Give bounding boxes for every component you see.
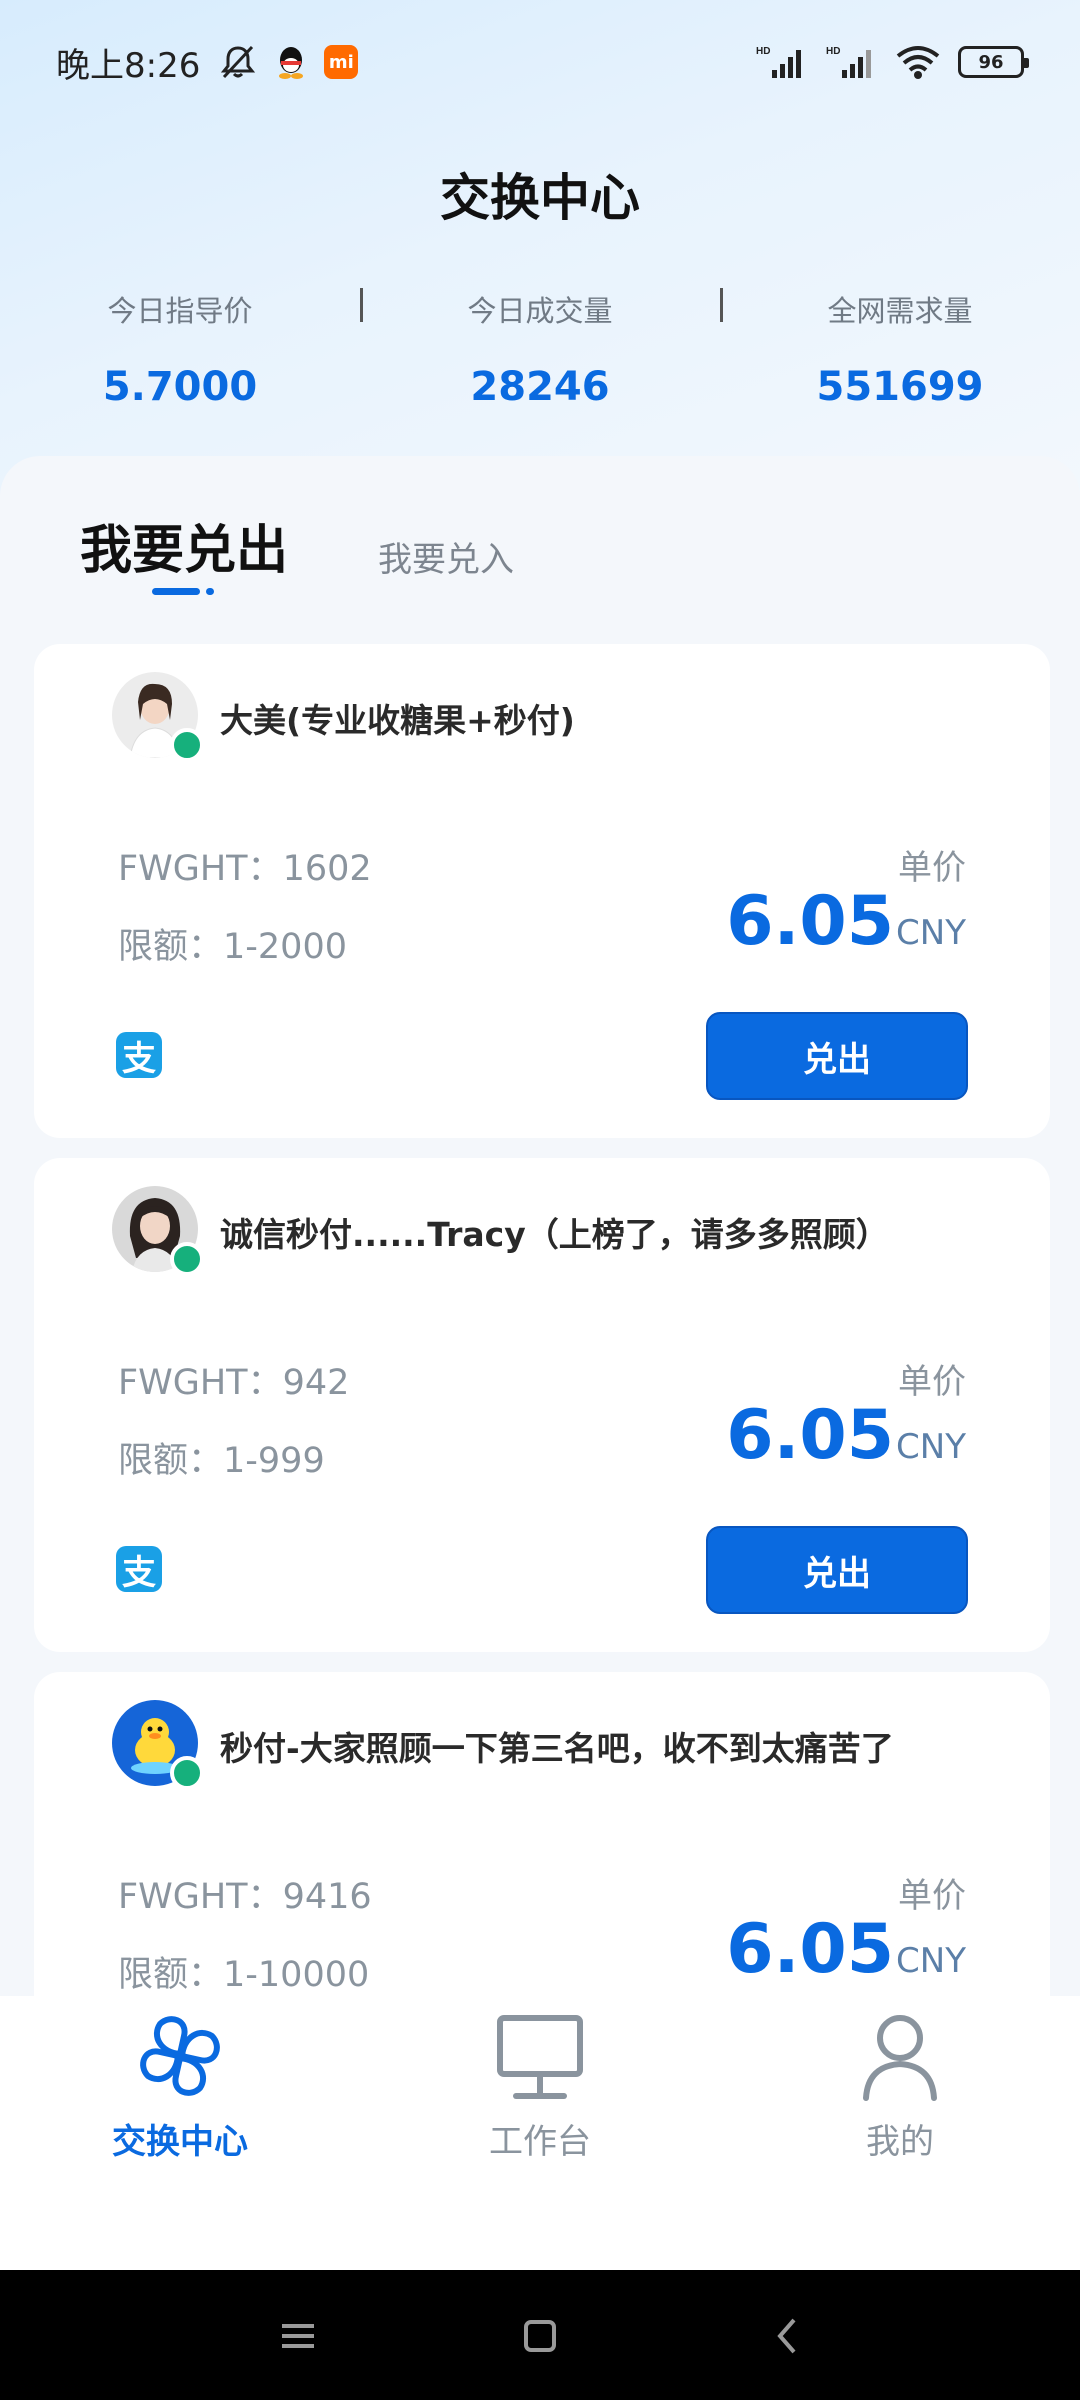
seller-name: 大美(专业收糖果+秒付) <box>220 701 575 740</box>
price-currency: CNY <box>896 1427 966 1467</box>
tab-sell[interactable]: 我要兑出 <box>80 508 288 583</box>
stat-guide-price: 今日指导价 5.7000 <box>0 282 360 422</box>
price-value: 6.05 <box>726 1910 895 1989</box>
seller-name: 诚信秒付......Tracy（上榜了，请多多照顾） <box>220 1215 889 1254</box>
stat-label: 全网需求量 <box>827 294 973 328</box>
nav-label: 交换中心 <box>112 2122 248 2162</box>
status-right: HD HD 96 <box>756 44 1029 80</box>
fwght-line: FWGHT：9416 <box>118 1868 372 1919</box>
tab-bar: 我要兑出 我要兑入 <box>0 456 1080 606</box>
price-currency: CNY <box>896 913 966 953</box>
price: 6.05 CNY <box>726 882 966 961</box>
fwght-line: FWGHT：942 <box>118 1354 349 1405</box>
limit-label: 限额： <box>118 927 224 967</box>
menu-icon[interactable] <box>268 2306 328 2366</box>
limit-value: 1-2000 <box>223 927 347 967</box>
stat-demand: 全网需求量 551699 <box>720 282 1080 422</box>
system-nav-bar <box>0 2270 1080 2400</box>
hd-signal-icon: HD <box>826 44 878 80</box>
sell-button[interactable]: 兑出 <box>706 1012 968 1100</box>
svg-text:HD: HD <box>826 46 840 57</box>
stats-row: 今日指导价 5.7000 今日成交量 28246 全网需求量 551699 <box>0 282 1080 422</box>
stat-value: 28246 <box>470 364 610 410</box>
limit-value: 1-999 <box>223 1441 325 1481</box>
limit-line: 限额：1-999 <box>118 1432 325 1483</box>
listing-card[interactable]: 大美(专业收糖果+秒付) FWGHT：1602 限额：1-2000 单价 6.0… <box>34 644 1050 1138</box>
home-icon[interactable] <box>510 2306 570 2366</box>
price: 6.05 CNY <box>726 1910 966 1989</box>
sell-button[interactable]: 兑出 <box>706 1526 968 1614</box>
stat-label: 今日指导价 <box>107 294 253 328</box>
nav-item-mine[interactable]: 我的 <box>720 1996 1080 2196</box>
status-left: 晚上8:26 mi <box>56 38 359 87</box>
stat-label: 今日成交量 <box>467 294 613 328</box>
fwght-line: FWGHT：1602 <box>118 840 372 891</box>
mute-icon <box>218 44 258 80</box>
tab-indicator <box>152 588 200 595</box>
price: 6.05 CNY <box>726 1396 966 1475</box>
limit-line: 限额：1-10000 <box>118 1946 369 1996</box>
stat-value: 551699 <box>816 364 984 410</box>
monitor-icon <box>490 2006 590 2106</box>
stat-volume: 今日成交量 28246 <box>360 282 720 422</box>
listing-card[interactable]: 诚信秒付......Tracy（上榜了，请多多照顾） FWGHT：942 限额：… <box>34 1158 1050 1652</box>
page-title: 交换中心 <box>440 169 640 227</box>
user-icon <box>850 2006 950 2106</box>
online-status-dot <box>170 1242 204 1276</box>
status-bar: 晚上8:26 mi HD HD 96 <box>0 0 1080 124</box>
nav-item-workbench[interactable]: 工作台 <box>360 1996 720 2196</box>
online-status-dot <box>170 1756 204 1790</box>
mi-icon: mi <box>324 45 359 79</box>
listing-card[interactable]: 秒付-大家照顾一下第三名吧，收不到太痛苦了 FWGHT：9416 限额：1-10… <box>34 1672 1050 1996</box>
price-value: 6.05 <box>726 882 895 961</box>
main-panel: 我要兑出 我要兑入 大美(专业收糖果+秒付) FWGHT：1602 限额：1-2… <box>0 456 1080 1996</box>
bottom-nav: 交换中心 工作台 我的 <box>0 1996 1080 2270</box>
limit-label: 限额： <box>118 1955 224 1995</box>
price-currency: CNY <box>896 1941 966 1981</box>
status-time: 晚上8:26 <box>56 45 201 86</box>
nav-item-exchange[interactable]: 交换中心 <box>0 1996 360 2196</box>
nav-label: 工作台 <box>489 2122 591 2162</box>
stat-value: 5.7000 <box>102 364 258 410</box>
avatar[interactable] <box>112 1700 204 1790</box>
avatar[interactable] <box>112 1186 204 1276</box>
pinwheel-icon <box>130 2006 230 2106</box>
fwght-value: 1602 <box>282 849 372 889</box>
hd-signal-icon: HD <box>756 44 808 80</box>
fwght-label: FWGHT： <box>118 1363 283 1403</box>
avatar[interactable] <box>112 672 204 762</box>
limit-value: 1-10000 <box>223 1955 370 1995</box>
wifi-icon <box>896 44 940 80</box>
svg-text:HD: HD <box>756 46 770 57</box>
tab-indicator-dot <box>206 588 214 595</box>
nav-label: 我的 <box>866 2122 934 2162</box>
fwght-label: FWGHT： <box>118 849 283 889</box>
online-status-dot <box>170 728 204 762</box>
fwght-value: 942 <box>282 1363 350 1403</box>
limit-label: 限额： <box>118 1441 224 1481</box>
qq-icon <box>276 44 306 80</box>
battery-icon: 96 <box>958 46 1029 78</box>
price-value: 6.05 <box>726 1396 895 1475</box>
fwght-label: FWGHT： <box>118 1877 283 1917</box>
fwght-value: 9416 <box>282 1877 372 1917</box>
limit-line: 限额：1-2000 <box>118 918 347 969</box>
tab-buy[interactable]: 我要兑入 <box>378 532 514 581</box>
alipay-icon: 支 <box>116 1032 162 1079</box>
alipay-icon: 支 <box>116 1546 162 1593</box>
back-icon[interactable] <box>758 2306 818 2366</box>
seller-name: 秒付-大家照顾一下第三名吧，收不到太痛苦了 <box>220 1729 894 1768</box>
